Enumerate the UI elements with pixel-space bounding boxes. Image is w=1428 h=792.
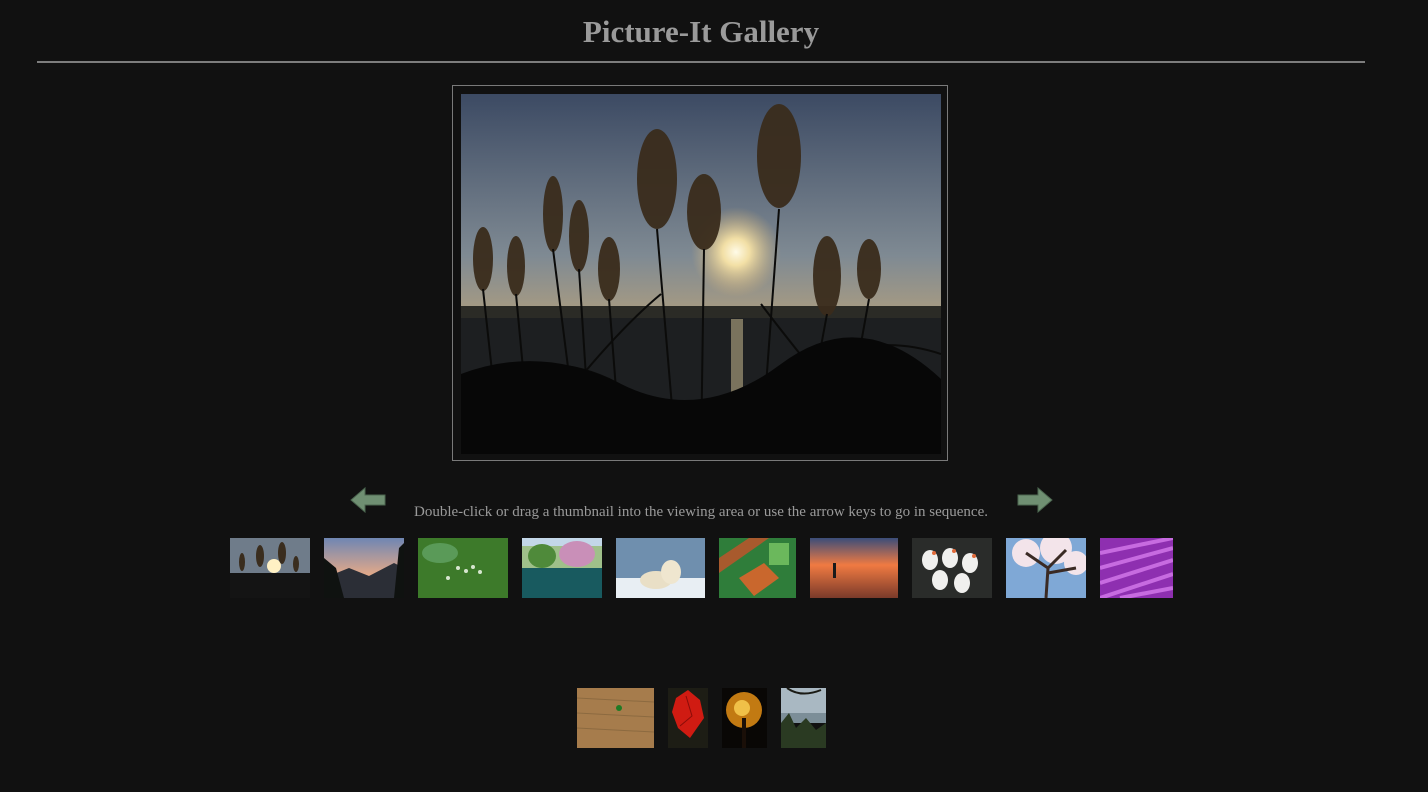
page-title: Picture-It Gallery bbox=[582, 14, 820, 49]
instructions-text: Double-click or drag a thumbnail into th… bbox=[414, 504, 988, 520]
thumbnail-lake-reflection[interactable] bbox=[522, 538, 602, 598]
title-divider bbox=[37, 61, 1365, 63]
thumbnail-lavender-field[interactable] bbox=[1100, 538, 1173, 598]
thumbnail-beach-sunset[interactable] bbox=[810, 538, 898, 598]
viewing-area[interactable] bbox=[452, 85, 948, 461]
thumbnail-autumn-tree[interactable] bbox=[722, 688, 767, 748]
thumbnail-aerial-fields[interactable] bbox=[719, 538, 796, 598]
thumbnail-red-maple[interactable] bbox=[668, 688, 708, 748]
thumbnail-cherry-blossom[interactable] bbox=[1006, 538, 1086, 598]
thumbnail-mountain-dusk[interactable] bbox=[324, 538, 404, 598]
thumbnail-coastal-forest[interactable] bbox=[781, 688, 826, 748]
thumbnail-green-pond[interactable] bbox=[418, 538, 508, 598]
thumbnail-pampas-grass[interactable] bbox=[230, 538, 310, 598]
thumbnail-polar-bears[interactable] bbox=[616, 538, 705, 598]
thumbnail-sand-plant[interactable] bbox=[577, 688, 654, 748]
main-image bbox=[461, 94, 941, 454]
thumbnail-white-geese[interactable] bbox=[912, 538, 992, 598]
